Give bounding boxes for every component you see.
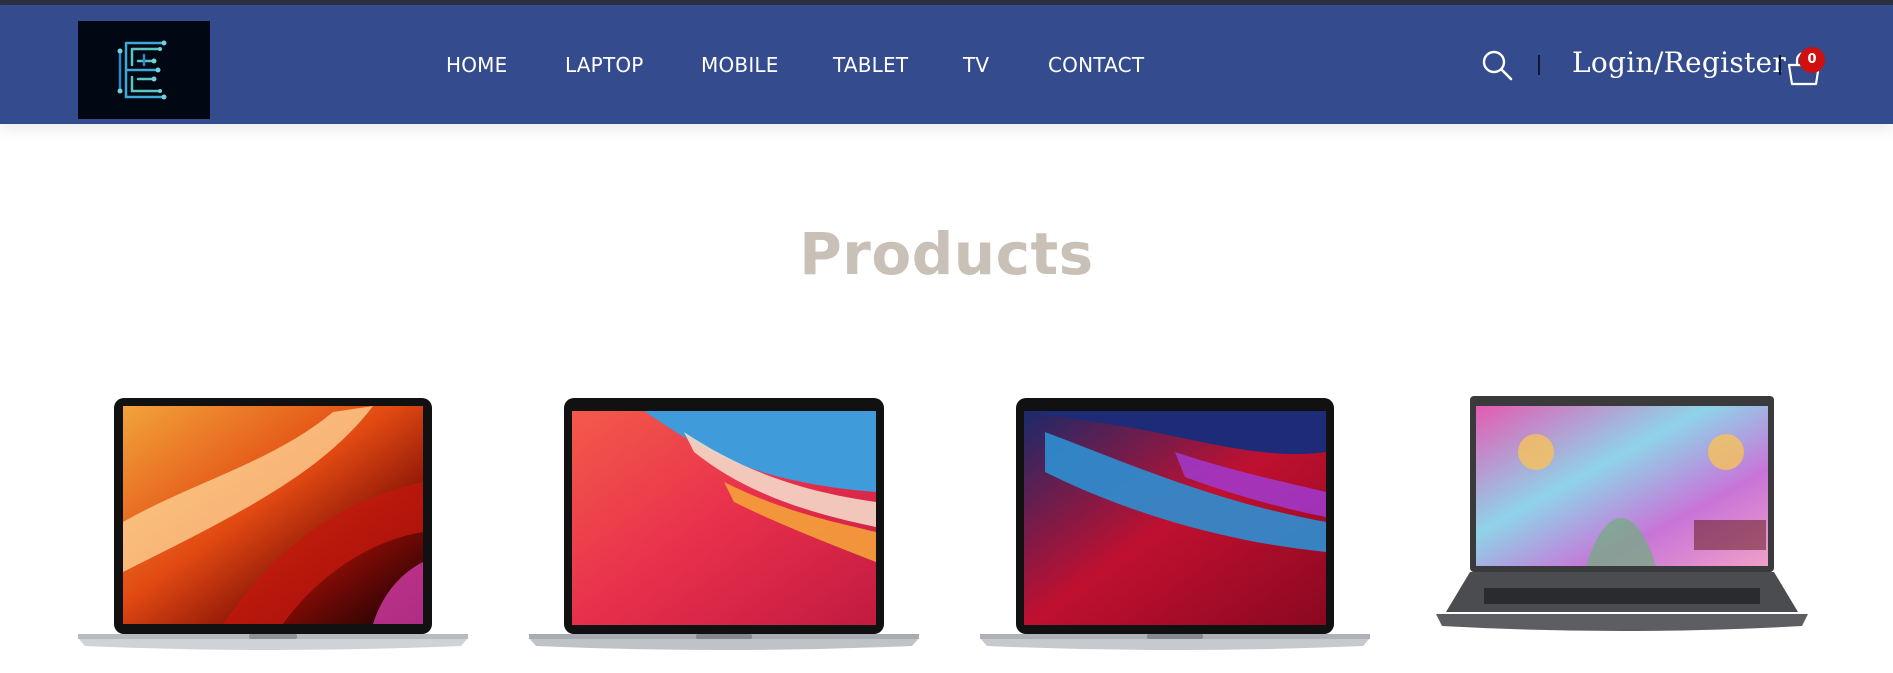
navbar: HOME LAPTOP MOBILE TABLET TV CONTACT Log…	[0, 5, 1893, 124]
cart-count-badge: 0	[1799, 47, 1825, 73]
header-divider-2	[1779, 55, 1781, 75]
product-image	[1436, 396, 1808, 631]
login-register-link[interactable]: Login/Register	[1572, 46, 1786, 79]
search-icon[interactable]	[1480, 48, 1514, 82]
nav-mobile[interactable]: MOBILE	[701, 53, 779, 77]
product-card[interactable]	[975, 392, 1375, 662]
product-card[interactable]	[524, 392, 924, 662]
product-image	[980, 398, 1370, 650]
nav-tablet[interactable]: TABLET	[833, 53, 908, 77]
nav-laptop[interactable]: LAPTOP	[565, 53, 644, 77]
nav-contact[interactable]: CONTACT	[1048, 53, 1144, 77]
nav-home[interactable]: HOME	[446, 53, 507, 77]
nav-tv[interactable]: TV	[963, 53, 989, 77]
product-card[interactable]	[1426, 392, 1826, 662]
logo-e-icon	[117, 40, 167, 100]
product-card[interactable]	[73, 392, 473, 662]
header-divider	[1538, 55, 1540, 75]
products-title: Products	[799, 220, 1094, 288]
product-image	[529, 398, 919, 650]
product-image	[78, 398, 468, 650]
site-logo[interactable]	[78, 21, 210, 119]
